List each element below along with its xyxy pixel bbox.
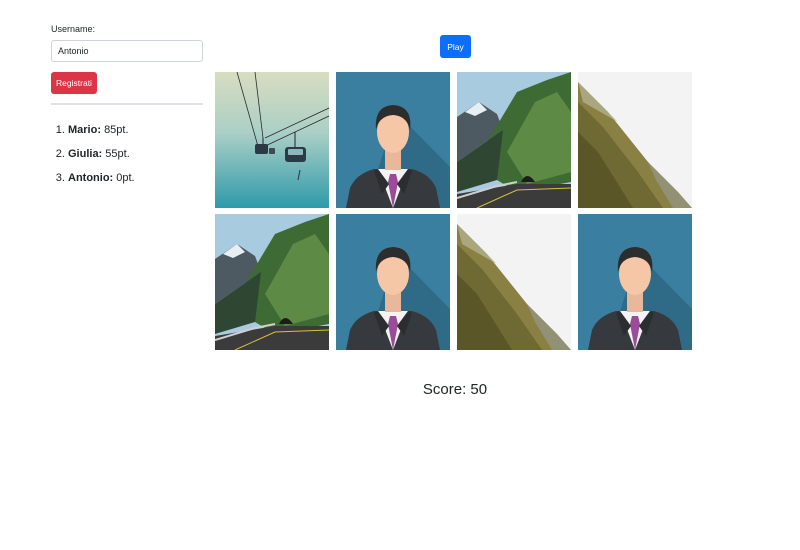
registration-panel: Username: Registrati Mario: 85pt. Giulia… xyxy=(51,18,203,184)
businessman-avatar-image xyxy=(578,214,692,350)
leaderboard-list: Mario: 85pt. Giulia: 55pt. Antonio: 0pt. xyxy=(51,118,135,190)
memory-card[interactable] xyxy=(336,214,450,350)
businessman-avatar-image xyxy=(336,72,450,208)
score-display: Score: 50 xyxy=(415,381,495,398)
memory-card[interactable] xyxy=(336,72,450,208)
mountain-road-tunnel-image xyxy=(215,214,329,350)
player-score: 55pt. xyxy=(105,148,130,160)
register-button[interactable]: Registrati xyxy=(51,72,97,94)
memory-card[interactable] xyxy=(215,72,329,208)
player-score: 0pt. xyxy=(116,172,135,184)
player-name: Mario: xyxy=(68,124,101,136)
score-label: Score: xyxy=(422,381,467,398)
score-value: 50 xyxy=(470,381,488,398)
leaderboard-item: Mario: 85pt. xyxy=(68,118,135,142)
memory-card[interactable] xyxy=(215,214,329,350)
misty-forest-slope-image xyxy=(578,72,692,208)
player-name: Giulia: xyxy=(68,148,103,160)
businessman-avatar-image xyxy=(336,214,450,350)
username-label: Username: xyxy=(51,24,96,34)
memory-card[interactable] xyxy=(457,72,571,208)
player-score: 85pt. xyxy=(104,124,129,136)
divider xyxy=(51,103,203,105)
player-name: Antonio: xyxy=(68,172,114,184)
play-button[interactable]: Play xyxy=(440,35,471,58)
memory-card[interactable] xyxy=(578,72,692,208)
leaderboard-item: Antonio: 0pt. xyxy=(68,166,135,190)
cable-car-image xyxy=(215,72,329,208)
memory-card-grid xyxy=(215,72,692,350)
username-input[interactable] xyxy=(51,40,203,62)
misty-forest-slope-image xyxy=(457,214,571,350)
leaderboard-item: Giulia: 55pt. xyxy=(68,142,135,166)
mountain-road-tunnel-image xyxy=(457,72,571,208)
memory-card[interactable] xyxy=(578,214,692,350)
memory-card[interactable] xyxy=(457,214,571,350)
